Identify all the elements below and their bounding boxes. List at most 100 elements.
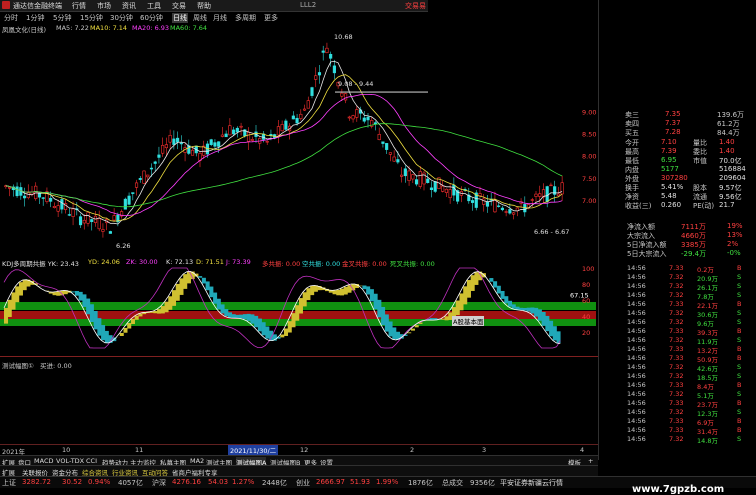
tab-vol-tdx[interactable]: VOL-TDX	[56, 457, 84, 465]
candle-body	[180, 143, 183, 144]
kd-ribbon-segment	[265, 326, 269, 338]
trade-link[interactable]: 交易易	[405, 1, 426, 11]
kd-ribbon-segment	[467, 280, 471, 298]
tick-price: 7.33	[669, 354, 683, 362]
tick-side: S	[737, 363, 741, 371]
add-template-button[interactable]: +	[588, 457, 593, 465]
candle-body	[173, 139, 176, 145]
stat-label-2: PE(动)	[693, 201, 714, 211]
menu-help[interactable]: 帮助	[197, 1, 211, 11]
candle-body	[512, 213, 515, 214]
candle-body	[311, 88, 314, 96]
subchart-name-label: 测试幅图①	[2, 360, 34, 370]
period-60min[interactable]: 60分钟	[140, 13, 163, 23]
tick-time: 14:56	[627, 309, 646, 317]
stat-value: 5177	[661, 165, 679, 173]
orderbook-qty: 84.4万	[717, 128, 740, 138]
kdj-d-label: D: 71.51	[196, 258, 224, 266]
candle-body	[550, 185, 553, 186]
menu-tools[interactable]: 工具	[147, 1, 161, 11]
kd-ribbon-segment	[71, 291, 75, 292]
candle-body	[441, 186, 444, 191]
kdj-indicator-panel[interactable]: 1008060402067.15 KDJ多周期共振 YK: 23.43 YD: …	[0, 256, 598, 356]
candle-body	[322, 51, 325, 53]
candle-body	[412, 175, 415, 179]
kd-ribbon-segment	[56, 292, 60, 296]
candle-body	[400, 175, 403, 176]
tab-macd[interactable]: MACD	[34, 457, 53, 465]
candle-body	[139, 178, 142, 179]
candle-body	[57, 206, 60, 212]
candle-body	[300, 114, 303, 118]
candle-body	[285, 121, 288, 129]
tab-cci[interactable]: CCI	[86, 457, 97, 465]
kd-ribbon-segment	[303, 292, 307, 306]
kd-ribbon-segment	[127, 323, 131, 328]
period-15min[interactable]: 15分钟	[80, 13, 103, 23]
tick-time: 14:56	[627, 318, 646, 326]
menu-trade[interactable]: 交易	[172, 1, 186, 11]
capital-flow-row: 5日净流入额 3385万 2%	[627, 240, 756, 249]
capital-flow-row: 大宗流入 4660万 13%	[627, 231, 756, 240]
candle-body	[42, 198, 45, 199]
tick-price: 7.32	[669, 291, 683, 299]
menu-market[interactable]: 市场	[97, 1, 111, 11]
tab-ma2[interactable]: MA2	[190, 457, 204, 465]
tick-time: 14:56	[627, 327, 646, 335]
test-subchart-panel[interactable]: 测试幅图① 买进: 0.00	[0, 356, 598, 442]
capital-flow-row: 净流入额 7111万 19%	[627, 222, 756, 231]
tick-side: B	[737, 381, 741, 389]
kd-ribbon-segment	[97, 318, 101, 335]
candle-body	[408, 171, 411, 181]
kd-ribbon-segment	[333, 290, 337, 294]
period-monthly[interactable]: 月线	[213, 13, 227, 23]
period-weekly[interactable]: 周线	[193, 13, 207, 23]
candle-body	[176, 138, 179, 142]
kline-chart[interactable]: 9.008.508.007.507.00 凤凰文化(日线) MA5: 7.22 …	[0, 24, 598, 260]
stat-value: 307280	[661, 174, 688, 182]
kd-ribbon-segment	[15, 286, 19, 302]
stat-value-2: 209604	[719, 174, 746, 182]
menu-market-quotes[interactable]: 行情	[72, 1, 86, 11]
period-timeshare[interactable]: 分时	[4, 13, 18, 23]
kd-ribbon-segment	[131, 319, 135, 324]
kd-ribbon-segment	[161, 306, 165, 313]
kdj-yk-label: KDJ多周期共振 YK: 23.43	[2, 258, 79, 268]
fundamentals-tooltip[interactable]: A股基本面	[452, 316, 484, 326]
period-30min[interactable]: 30分钟	[110, 13, 133, 23]
kd-ribbon-segment	[415, 325, 419, 327]
kd-ribbon-segment	[474, 272, 478, 285]
cy-index-value: 2666.97	[316, 478, 345, 486]
kdj-axis-tick: 40	[582, 313, 590, 321]
period-multi[interactable]: 多周期	[235, 13, 256, 23]
tick-row: 14:56 7.32 5.1万 S	[627, 390, 755, 399]
candle-body	[292, 116, 295, 119]
candle-body	[225, 134, 228, 137]
period-daily[interactable]: 日线	[172, 13, 188, 23]
menu-news[interactable]: 资讯	[122, 1, 136, 11]
candle-body	[426, 179, 429, 183]
kd-ribbon-segment	[247, 314, 251, 321]
menu-level2[interactable]: LLL2	[300, 1, 316, 9]
kd-ribbon-segment	[284, 329, 288, 336]
kd-ribbon-segment	[370, 289, 374, 301]
sh-index-pct: 0.94%	[88, 478, 110, 486]
tick-price: 7.33	[669, 300, 683, 308]
candle-body	[277, 127, 280, 135]
kd-ribbon-segment	[527, 308, 531, 312]
time-axis: 2021年 10 11 2021/11/30/二 12 2 3 4	[0, 444, 598, 455]
tick-side: S	[737, 309, 741, 317]
kdj-golden-cross-label: 金叉共振: 0.00	[342, 258, 387, 268]
tick-time: 14:56	[627, 417, 646, 425]
period-1min[interactable]: 1分钟	[26, 13, 44, 23]
tick-row: 14:56 7.32 11.9万 S	[627, 336, 755, 345]
candle-body	[236, 128, 239, 132]
hs-index-pct: 1.27%	[232, 478, 254, 486]
kdj-k-label: K: 72.13	[166, 258, 193, 266]
cy-index-pct: 1.99%	[376, 478, 398, 486]
period-5min[interactable]: 5分钟	[53, 13, 71, 23]
period-more[interactable]: 更多	[264, 13, 278, 23]
candle-body	[449, 189, 452, 197]
kd-ribbon-segment	[381, 307, 385, 325]
candle-body	[161, 145, 164, 153]
